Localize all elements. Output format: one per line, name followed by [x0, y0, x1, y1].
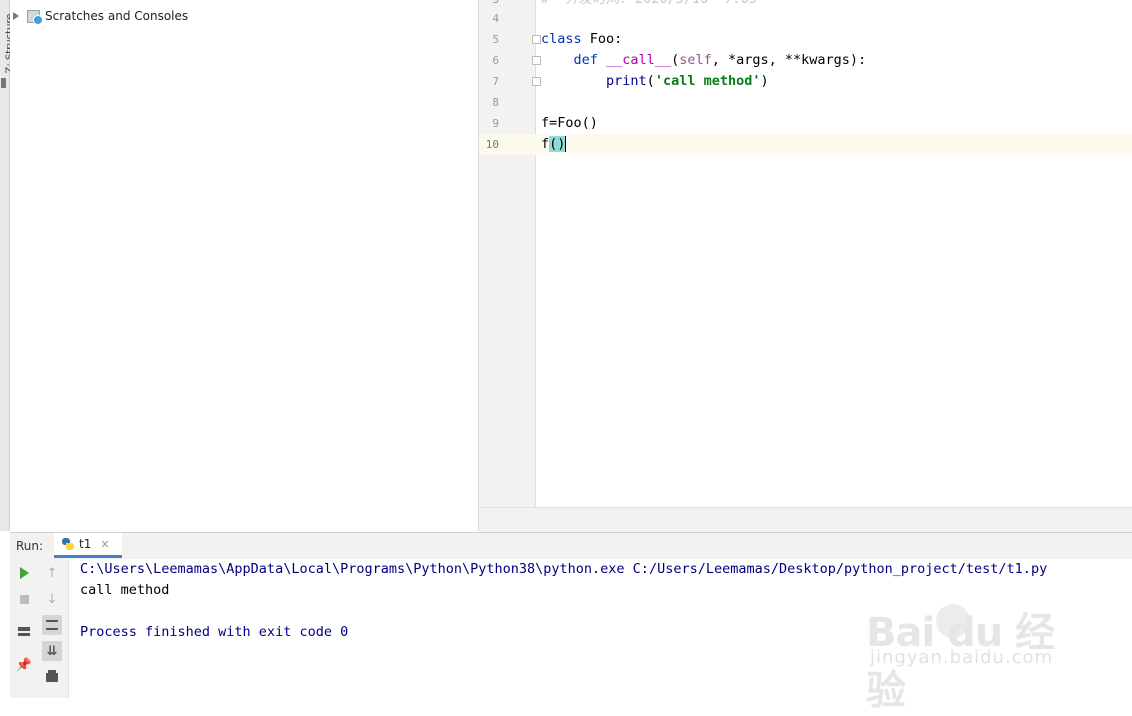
tree-item-label: Scratches and Consoles: [45, 9, 189, 23]
line-number: 7: [492, 75, 499, 88]
project-panel: Scratches and Consoles: [10, 0, 479, 531]
line-number: 10: [485, 138, 499, 151]
soft-wrap-icon: [46, 620, 58, 630]
tree-item-scratches[interactable]: Scratches and Consoles: [10, 6, 188, 26]
print-button[interactable]: [42, 667, 62, 687]
fold-marker-icon[interactable]: [532, 35, 541, 44]
console-command-line: C:\Users\Leemamas\AppData\Local\Programs…: [80, 561, 1048, 577]
python-icon: [62, 538, 74, 550]
up-stack-button[interactable]: ↑: [42, 563, 62, 583]
run-panel-header: Run: t1 ✕: [10, 532, 1132, 560]
code-line: 6 def __call__(self, *args, **kwargs):: [479, 50, 1132, 71]
run-label: Run:: [16, 539, 44, 553]
code-editor[interactable]: 3 # 开发时间: 2020/3/10 7:05 4 5 class Foo: …: [479, 0, 1132, 507]
layout-icon: [18, 626, 30, 636]
print-icon: [46, 669, 58, 682]
rerun-button[interactable]: [14, 563, 34, 583]
code-text: def __call__(self, *args, **kwargs):: [573, 52, 867, 68]
code-text: f(): [541, 136, 567, 152]
line-number: 9: [492, 117, 499, 130]
stop-button[interactable]: [14, 589, 34, 609]
pin-icon: 📌: [15, 657, 33, 673]
arrow-up-icon: ↑: [46, 565, 58, 581]
close-tab-icon[interactable]: ✕: [100, 538, 109, 551]
console-exit-line: Process finished with exit code 0: [80, 624, 349, 640]
current-code-line: 10 f(): [479, 134, 1132, 155]
code-text: f=Foo(): [541, 115, 598, 131]
editor-footer: [479, 507, 1132, 532]
text-caret: [565, 136, 567, 152]
stop-icon: [19, 594, 29, 604]
fold-marker-icon[interactable]: [532, 56, 541, 65]
run-tab-t1[interactable]: t1 ✕: [54, 533, 122, 558]
scroll-to-end-icon: ⇊: [46, 643, 58, 659]
expand-arrow-icon[interactable]: [13, 12, 19, 20]
layout-button[interactable]: [14, 621, 34, 641]
arrow-down-icon: ↓: [46, 591, 58, 607]
fold-marker-icon[interactable]: [532, 77, 541, 86]
structure-icon: [1, 78, 6, 88]
pin-tab-button[interactable]: 📌: [14, 655, 34, 675]
run-console[interactable]: C:\Users\Leemamas\AppData\Local\Programs…: [69, 559, 1132, 698]
run-toolbar: 📌 ↑ ↓ ⇊: [10, 559, 69, 698]
scratches-icon: [27, 9, 43, 25]
code-line: 9 f=Foo(): [479, 113, 1132, 134]
scroll-to-end-button[interactable]: ⇊: [42, 641, 62, 661]
code-text: class Foo:: [541, 31, 623, 47]
code-line: 7 print('call method'): [479, 71, 1132, 92]
line-number: 6: [492, 54, 499, 67]
line-number: 4: [492, 12, 499, 25]
code-line: 5 class Foo:: [479, 29, 1132, 50]
code-line: 8: [479, 92, 1132, 113]
down-stack-button[interactable]: ↓: [42, 589, 62, 609]
line-number: 8: [492, 96, 499, 109]
run-tab-label: t1: [79, 537, 92, 551]
play-icon: [19, 567, 29, 579]
console-output-line: call method: [80, 582, 170, 598]
soft-wrap-button[interactable]: [42, 615, 62, 635]
code-line: 4: [479, 8, 1132, 29]
code-text: print('call method'): [606, 73, 769, 89]
left-tool-strip: Z: Structure: [0, 0, 15, 531]
line-number: 5: [492, 33, 499, 46]
